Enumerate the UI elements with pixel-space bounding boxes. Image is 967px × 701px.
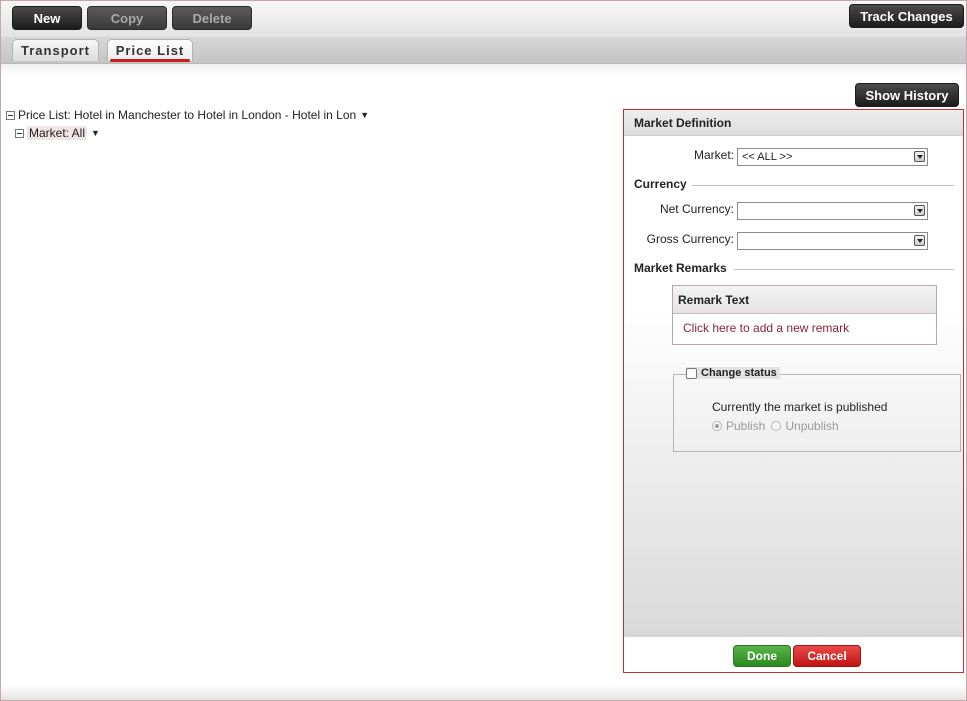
chevron-down-icon[interactable] [914,205,925,216]
section-divider [734,269,954,270]
new-button[interactable]: New [12,6,82,30]
publish-radio[interactable] [712,421,722,431]
panel-title: Market Definition [624,110,963,136]
change-status-fieldset: Change status Currently the market is pu… [673,367,961,452]
market-remarks-section-title: Market Remarks [634,261,727,275]
collapse-icon[interactable] [6,110,15,120]
tab-price-list[interactable]: Price List [107,39,193,62]
collapse-icon[interactable] [15,128,24,138]
cancel-button[interactable]: Cancel [793,645,861,667]
chevron-down-icon[interactable] [914,151,925,162]
chevron-down-icon[interactable] [914,235,925,246]
active-tab-indicator [110,59,190,62]
change-status-checkbox[interactable] [686,367,697,379]
done-button[interactable]: Done [733,645,791,667]
net-currency-label: Net Currency: [659,202,734,216]
toolbar: New Copy Delete Track Changes [1,1,966,37]
market-select-value: << ALL >> [742,151,793,163]
dropdown-caret-icon[interactable]: ▼ [91,128,100,138]
remark-table: Remark Text Click here to add a new rema… [672,285,937,345]
remark-table-header: Remark Text [673,286,936,314]
tab-price-list-label: Price List [115,43,185,58]
publish-status-text: Currently the market is published [712,400,888,414]
market-definition-panel: Market Definition Market: << ALL >> Curr… [623,109,964,673]
tree-market-node[interactable]: Market: All ▼ [15,126,100,140]
tree-root-node[interactable]: Price List: Hotel in Manchester to Hotel… [6,108,369,122]
tab-bar: Transport Price List [1,37,966,64]
section-divider [692,185,954,186]
show-history-button[interactable]: Show History [855,83,959,107]
tree-market-label[interactable]: Market: All [27,126,88,140]
track-changes-button[interactable]: Track Changes [849,4,964,28]
net-currency-select[interactable] [737,202,928,220]
tab-transport[interactable]: Transport [12,39,99,61]
app-frame: New Copy Delete Track Changes Transport … [0,0,967,701]
bottom-band [1,685,966,700]
market-label: Market: [693,148,734,162]
change-status-legend: Change status [686,367,780,379]
tab-subband [1,64,966,76]
market-select[interactable]: << ALL >> [737,148,928,166]
add-remark-link[interactable]: Click here to add a new remark [673,314,936,335]
gross-currency-label: Gross Currency: [646,232,734,246]
tree-root-label[interactable]: Price List: Hotel in Manchester to Hotel… [18,108,356,122]
publish-options: Publish Unpublish [712,419,839,433]
panel-footer: Done Cancel [624,637,963,672]
change-status-label: Change status [701,367,777,379]
unpublish-label: Unpublish [785,419,839,433]
dropdown-caret-icon[interactable]: ▼ [360,110,369,120]
currency-section-title: Currency [634,177,687,191]
gross-currency-select[interactable] [737,232,928,250]
copy-button[interactable]: Copy [87,6,167,30]
unpublish-radio[interactable] [771,421,782,431]
publish-label: Publish [726,419,766,433]
delete-button[interactable]: Delete [172,6,252,30]
